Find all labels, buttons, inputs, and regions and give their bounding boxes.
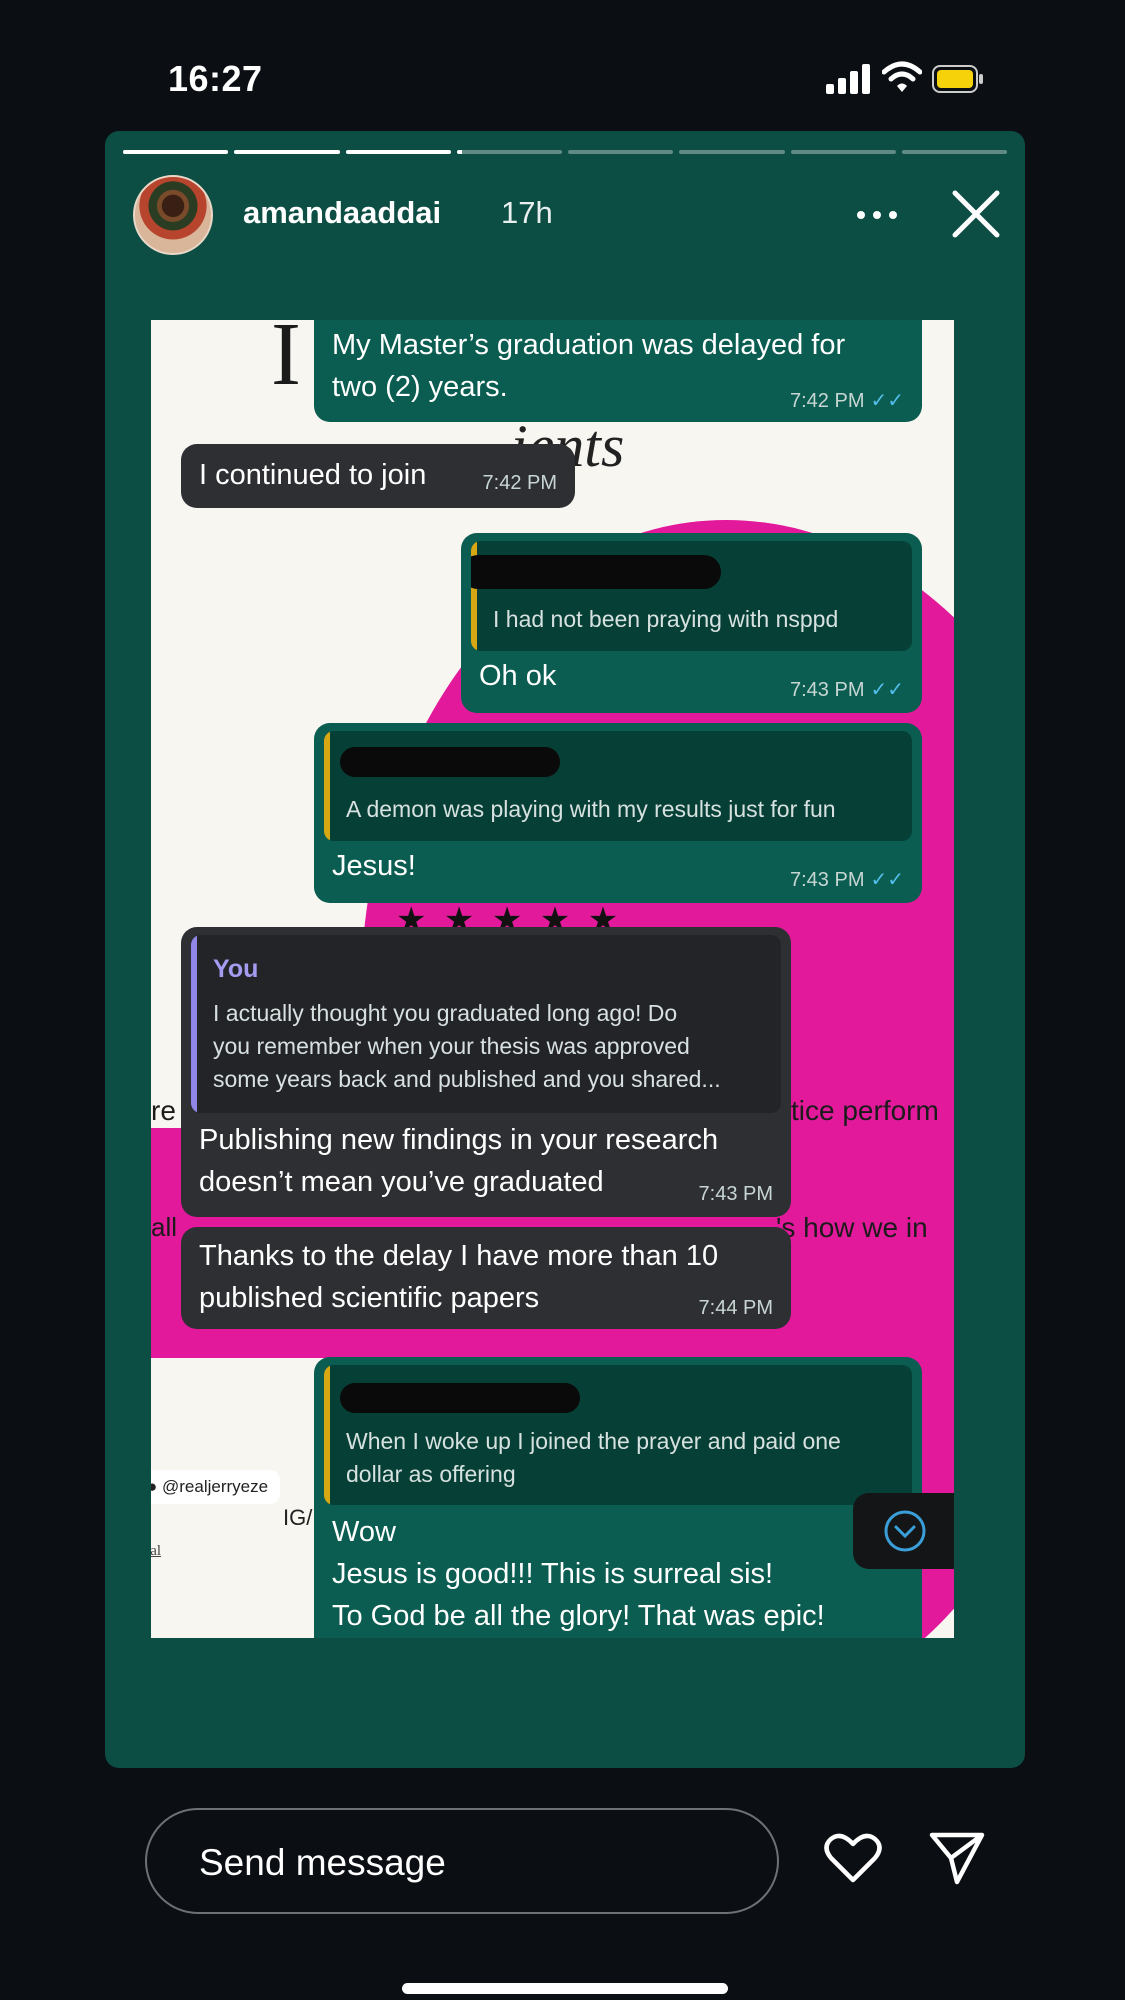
read-receipt-icon: ✓✓ <box>870 869 904 891</box>
quote-bar <box>191 935 197 1113</box>
send-message-placeholder: Send message <box>199 1842 446 1883</box>
message-text: I continued to join <box>199 459 427 491</box>
read-receipt-icon: ✓✓ <box>870 679 904 701</box>
send-message-input[interactable]: Send message <box>145 1808 779 1914</box>
chat-message-incoming: Thanks to the delay I have more than 10 … <box>181 1227 791 1329</box>
story-username[interactable]: amandaaddai <box>243 195 441 231</box>
quoted-text: A demon was playing with my results just… <box>346 796 836 822</box>
message-text: Publishing new findings in your research… <box>199 1124 719 1198</box>
message-text: My Master’s graduation was delayed for t… <box>332 329 846 403</box>
battery-icon <box>932 65 983 93</box>
quoted-text: I had not been praying with nsppd <box>493 606 839 632</box>
quoted-text: When I woke up I joined the prayer and p… <box>346 1428 841 1487</box>
background-fragment: 's how we in <box>776 1212 928 1243</box>
clock: 16:27 <box>168 58 263 99</box>
message-time: 7:42 PM ✓✓ <box>790 390 904 412</box>
quoted-message: A demon was playing with my results just… <box>324 731 912 841</box>
quoted-text: I actually thought you graduated long ag… <box>213 1000 721 1092</box>
story-progress-segment <box>345 150 451 154</box>
message-time: 7:44 PM <box>698 1297 773 1319</box>
message-text: Wow Jesus is good!!! This is surreal sis… <box>332 1516 825 1632</box>
background-fragment: re <box>151 1095 176 1126</box>
close-icon[interactable] <box>951 189 1001 239</box>
story-card[interactable]: amandaaddai 17h I ients re tice perform … <box>105 131 1025 1768</box>
background-ig-label: IG/ <box>283 1505 313 1530</box>
story-progress-segment <box>901 150 1007 154</box>
message-time: 7:42 PM <box>482 472 557 494</box>
cellular-signal-icon <box>826 64 872 94</box>
quoted-message: When I woke up I joined the prayer and p… <box>324 1365 912 1505</box>
story-progress-fill <box>345 150 451 154</box>
story-progress-fill <box>234 150 340 154</box>
quoted-message: I had not been praying with nsppd <box>471 541 912 651</box>
story-progress-fill <box>456 150 462 154</box>
quoted-author: You <box>213 955 259 983</box>
message-text: Jesus! <box>332 850 416 882</box>
story-progress-segment <box>679 150 785 154</box>
chat-message-outgoing: My Master’s graduation was delayed for t… <box>314 320 922 422</box>
scroll-to-bottom-button <box>853 1493 954 1569</box>
chat-message-incoming: You I actually thought you graduated lon… <box>181 927 791 1217</box>
chat-message-incoming: I continued to join 7:42 PM <box>181 444 575 508</box>
redacted-author <box>340 747 560 777</box>
background-fragment: tice perform <box>791 1095 939 1126</box>
home-indicator <box>402 1983 728 1994</box>
story-progress-segment <box>790 150 896 154</box>
heart-icon[interactable] <box>824 1832 882 1884</box>
shared-chat-screenshot: I ients re tice perform all 's how we in… <box>151 320 954 1638</box>
story-progress-bar <box>123 150 1007 154</box>
story-time-ago: 17h <box>501 195 553 230</box>
message-text: Thanks to the delay I have more than 10 … <box>199 1240 719 1314</box>
wifi-icon <box>882 61 922 92</box>
message-text: Oh ok <box>479 660 557 692</box>
background-mention-link: @stre al <box>151 1543 162 1559</box>
redacted-author <box>471 555 721 589</box>
quote-bar <box>324 1365 330 1505</box>
send-icon[interactable] <box>928 1830 986 1886</box>
avatar[interactable] <box>133 175 213 255</box>
quote-bar <box>324 731 330 841</box>
chevron-down-icon <box>884 1510 926 1552</box>
quoted-message: You I actually thought you graduated lon… <box>191 935 781 1113</box>
chat-message-outgoing: A demon was playing with my results just… <box>314 723 922 903</box>
story-progress-segment <box>123 150 229 154</box>
story-progress-segment <box>234 150 340 154</box>
story-progress-fill <box>123 150 229 154</box>
redacted-author <box>340 1383 580 1413</box>
background-fragment: all <box>151 1212 178 1242</box>
mention-sticker: ● @realjerryeze <box>151 1470 281 1504</box>
chat-message-outgoing: I had not been praying with nsppd Oh ok … <box>461 533 922 713</box>
story-progress-segment <box>568 150 674 154</box>
status-bar: 16:27 <box>0 0 1125 130</box>
background-letter: I <box>271 320 301 404</box>
more-options-icon[interactable] <box>857 211 897 219</box>
chat-message-outgoing: When I woke up I joined the prayer and p… <box>314 1357 922 1638</box>
message-time: 7:43 PM ✓✓ <box>790 869 904 891</box>
story-progress-segment <box>456 150 562 154</box>
read-receipt-icon: ✓✓ <box>870 390 904 412</box>
reply-bar: Send message <box>0 1800 1125 1920</box>
message-time: 7:43 PM ✓✓ <box>790 679 904 701</box>
message-time: 7:43 PM <box>698 1183 773 1205</box>
